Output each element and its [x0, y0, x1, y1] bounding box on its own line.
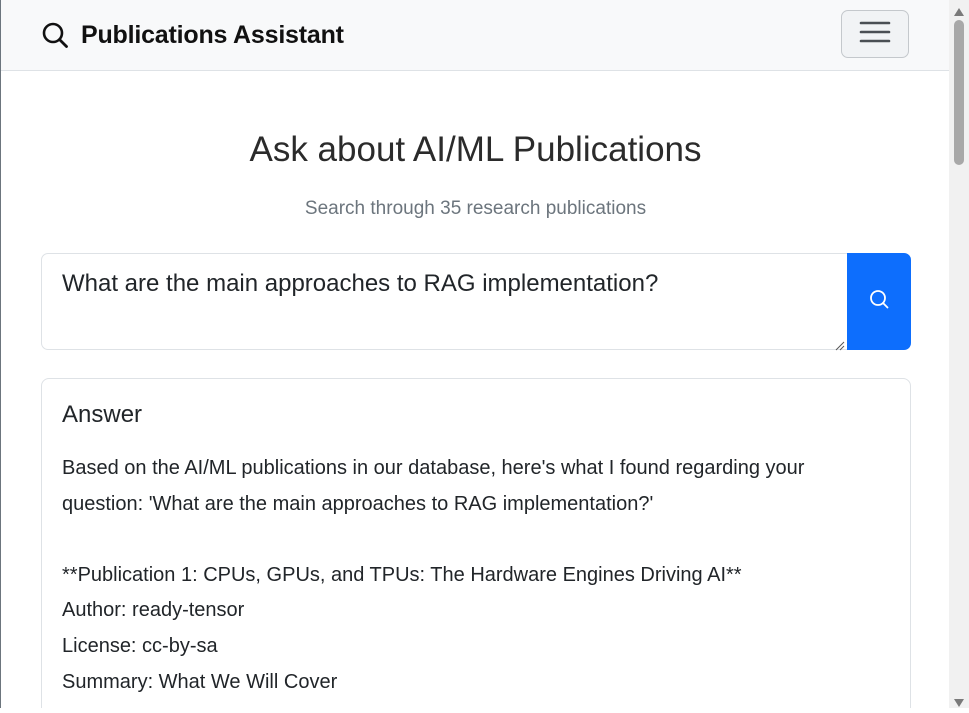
- hamburger-menu-icon: [859, 19, 891, 50]
- navbar: Publications Assistant: [1, 0, 949, 71]
- scroll-up-arrow-icon[interactable]: [953, 4, 965, 16]
- vertical-scrollbar[interactable]: [949, 0, 969, 708]
- answer-line: License: cc-by-sa: [62, 634, 218, 657]
- answer-line: **Publication 1: CPUs, GPUs, and TPUs: T…: [62, 563, 742, 586]
- answer-line: Summary: What We Will Cover: [62, 670, 338, 693]
- brand-title: Publications Assistant: [81, 20, 344, 49]
- question-input-group: What are the main approaches to RAG impl…: [41, 253, 911, 351]
- search-icon: [868, 288, 890, 315]
- resize-grip-icon[interactable]: [835, 338, 845, 351]
- answer-line: question: 'What are the main approaches …: [62, 492, 654, 515]
- search-icon: [41, 21, 69, 49]
- scrollbar-thumb[interactable]: [954, 20, 964, 165]
- question-textarea[interactable]: What are the main approaches to RAG impl…: [41, 253, 847, 350]
- answer-blank-line: [62, 522, 882, 558]
- answer-line: Based on the AI/ML publications in our d…: [62, 457, 805, 479]
- answer-heading: Answer: [62, 401, 143, 428]
- page-subtitle: Search through 35 research publications: [304, 198, 647, 219]
- navbar-brand[interactable]: Publications Assistant: [41, 19, 344, 51]
- navbar-toggle-button[interactable]: [841, 10, 909, 58]
- answer-card: Answer Based on the AI/ML publications i…: [41, 378, 911, 708]
- answer-line: Author: ready-tensor: [62, 599, 245, 622]
- search-submit-button[interactable]: [847, 253, 911, 350]
- page-title: Ask about AI/ML Publications: [249, 130, 702, 169]
- answer-body: Based on the AI/ML publications in our d…: [62, 451, 882, 700]
- scroll-down-arrow-icon[interactable]: [953, 695, 965, 707]
- app-viewport: Publications Assistant Ask about AI/ML P…: [0, 0, 949, 708]
